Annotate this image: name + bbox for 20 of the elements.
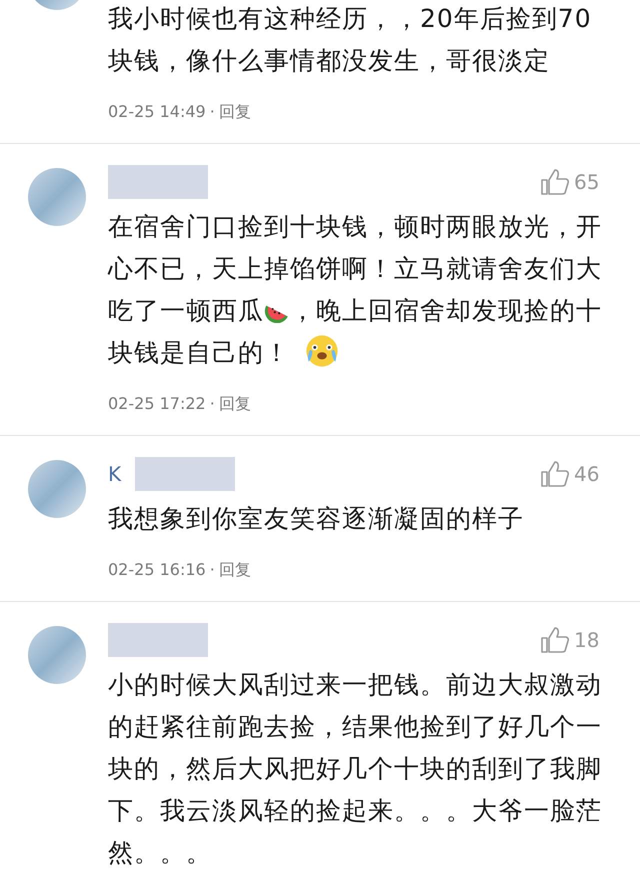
separator-dot: · xyxy=(210,102,215,123)
like-count: 46 xyxy=(574,462,600,486)
comment-time: 02-25 14:49 xyxy=(108,102,206,123)
thumbs-up-icon[interactable] xyxy=(540,459,570,489)
reply-link[interactable]: 回复 xyxy=(218,102,251,123)
comment-text: 小的时候大风刮过来一把钱。前边大叔激动的赶紧往前跑去捡，结果他捡到了好几个一块的，然后大风把好几个十块的刮到了我脚下。我云淡风轻的捡起来。。。大爷一脸茫然。。。 xyxy=(108,669,603,869)
comment-time: 02-25 17:22 xyxy=(108,394,206,415)
reply-link[interactable]: 回复 xyxy=(218,394,251,415)
like-count: 65 xyxy=(574,170,600,194)
reply-link[interactable]: 回复 xyxy=(218,560,251,581)
comment-text: 我小时候也有这种经历，，20年后捡到70块钱，像什么事情都没发生，哥很淡定 xyxy=(108,3,593,77)
separator-dot: · xyxy=(210,394,215,415)
user-name[interactable]: K xyxy=(108,462,122,486)
thumbs-up-icon[interactable] xyxy=(540,167,570,197)
comment-text: 我想象到你室友笑容逐渐凝固的样子 xyxy=(108,503,525,535)
separator-dot: · xyxy=(210,560,215,581)
like-count: 18 xyxy=(574,628,600,652)
comment-text: 在宿舍门口捡到十块钱，顿时两眼放光，开心不已，天上掉馅饼啊！立马就请舍友们大吃了一顿西瓜 ，晚上回宿舍却发现捡的十块钱是自己的！ xyxy=(108,211,603,371)
comment-time: 02-25 16:16 xyxy=(108,560,206,581)
thumbs-up-icon[interactable] xyxy=(540,625,570,655)
